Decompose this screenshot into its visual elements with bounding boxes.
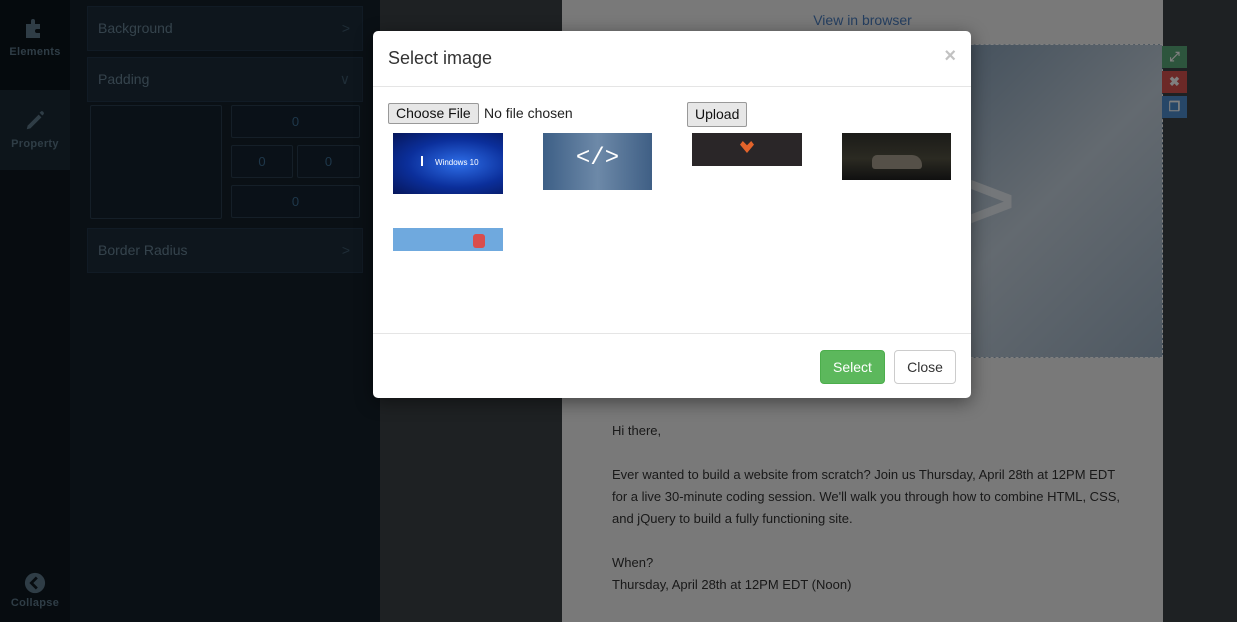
modal-title: Select image bbox=[388, 48, 493, 68]
thumbnail-car[interactable] bbox=[842, 133, 951, 180]
modal-footer: Select Close bbox=[373, 333, 971, 398]
red-object-shape bbox=[473, 234, 485, 248]
choose-file-button[interactable]: Choose File bbox=[388, 103, 479, 124]
thumbnail-caption: Windows 10 bbox=[435, 158, 479, 167]
upload-button[interactable]: Upload bbox=[687, 102, 748, 127]
thumbnail-gitlab[interactable] bbox=[692, 133, 802, 166]
thumbnail-code[interactable]: </> bbox=[543, 133, 652, 190]
fox-logo-icon bbox=[740, 141, 754, 153]
modal-header: Select image × bbox=[373, 31, 971, 87]
car-shape bbox=[872, 155, 922, 169]
file-status-text: No file chosen bbox=[484, 105, 573, 121]
thumbnail-blue[interactable] bbox=[393, 228, 503, 251]
close-icon[interactable]: × bbox=[944, 45, 956, 68]
select-image-modal: Select image × Choose File No file chose… bbox=[373, 31, 971, 398]
modal-body: Choose File No file chosen Upload Window… bbox=[373, 87, 971, 333]
select-button[interactable]: Select bbox=[820, 350, 885, 384]
thumbnail-caption: </> bbox=[575, 145, 620, 172]
close-button[interactable]: Close bbox=[894, 350, 956, 384]
thumbnail-windows[interactable]: Windows 10 bbox=[393, 133, 503, 194]
windows-logo-icon bbox=[421, 156, 431, 166]
